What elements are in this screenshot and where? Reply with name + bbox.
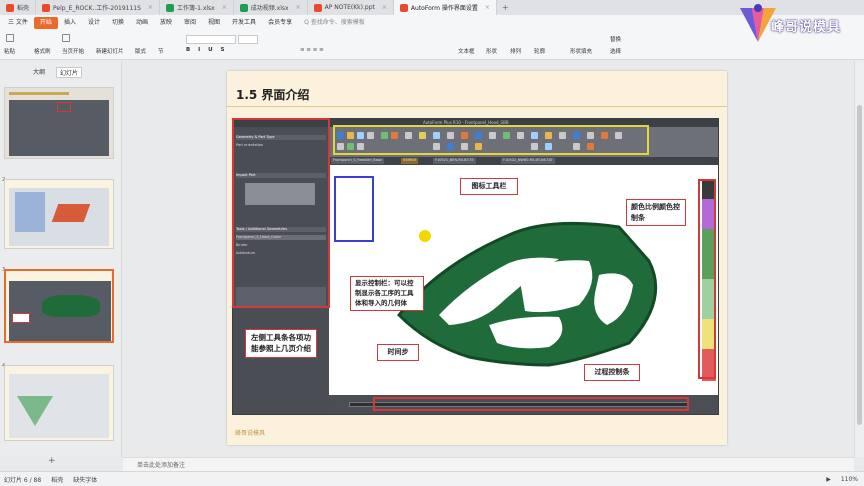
- outline-button[interactable]: 轮廓: [534, 47, 545, 55]
- theme-name: 稻壳: [51, 476, 64, 484]
- play-icon: [62, 34, 70, 42]
- search-command[interactable]: Q 查找命令、搜索模板: [298, 17, 371, 29]
- font-name-select[interactable]: [186, 35, 236, 44]
- status-bar: 幻灯片 6 / 88 稻壳 缺失字体 ▶ 110%: [0, 471, 864, 486]
- callout-color-scale: 颜色比例颜色控制条: [626, 199, 686, 226]
- add-slide-button[interactable]: +: [48, 456, 56, 466]
- menu-bar: 三 文件 开始 插入 设计 切换 动画 放映 审阅 视图 开发工具 会员专享 Q…: [0, 15, 864, 30]
- ppt-file-icon: [399, 3, 408, 12]
- layout-button[interactable]: 版式: [135, 47, 146, 55]
- view-tab: F10521_BEN-RS-BT-TE: [433, 158, 476, 164]
- menu-home[interactable]: 开始: [33, 16, 58, 29]
- close-icon[interactable]: ×: [382, 4, 387, 11]
- notes-pane[interactable]: 单击此处添加备注: [123, 457, 854, 471]
- paste-label: 粘贴: [4, 49, 16, 55]
- tab-item[interactable]: 工作簿-1.xlsx ×: [160, 0, 234, 15]
- menu-insert[interactable]: 插入: [58, 17, 82, 29]
- logo-text: 峰哥说模具: [771, 20, 842, 35]
- view-tab: F10522_NW60-RS-BT-NE-TAT: [501, 158, 555, 164]
- slide-thumbnail[interactable]: [4, 87, 114, 159]
- callout-process-bar: 过程控制条: [584, 364, 640, 381]
- tab-outline[interactable]: 大纲: [30, 67, 48, 78]
- paste-icon: [6, 34, 14, 42]
- shapes-button[interactable]: 形状: [486, 47, 497, 55]
- play-icon[interactable]: ▶: [826, 476, 831, 483]
- callout-toolbar: 图标工具栏: [460, 178, 518, 195]
- channel-logo: 峰哥说模具: [738, 2, 860, 46]
- slide-thumbnail-selected[interactable]: [4, 269, 114, 343]
- xlsx-file-icon: [239, 3, 248, 12]
- close-icon[interactable]: ×: [485, 4, 490, 11]
- left-panel-highlight: [232, 118, 330, 308]
- from-start-label: 当页开始: [62, 49, 85, 55]
- close-icon[interactable]: ×: [222, 4, 227, 11]
- callout-left-toolbar: 左侧工具条各项功能参照上几页介绍: [245, 329, 317, 358]
- text-box-button[interactable]: 文本框: [458, 47, 475, 55]
- menu-transition[interactable]: 切换: [106, 17, 130, 29]
- panel-tabs: 大纲 幻灯片: [30, 67, 83, 78]
- view-tab: SSIM00: [401, 158, 418, 164]
- tab-bar: 稻壳 Pelp_E_ROCK..工作-2019111S × 工作簿-1.xlsx ×…: [0, 0, 864, 15]
- slide-thumbnail-panel: 大纲 幻灯片 2 3 4 +: [0, 61, 122, 466]
- title-divider: [227, 106, 727, 107]
- format-painter-button[interactable]: 格式刷: [34, 47, 51, 55]
- font-size-select[interactable]: [238, 35, 258, 44]
- arrange-button[interactable]: 排列: [510, 47, 521, 55]
- tab-item[interactable]: AP NOTE(Kk).ppt ×: [308, 0, 394, 15]
- zoom-level[interactable]: 110%: [841, 476, 858, 483]
- missing-font-button[interactable]: 缺失字体: [73, 475, 97, 484]
- font-style-buttons[interactable]: B I U S: [186, 47, 227, 53]
- new-slide-button[interactable]: 新建幻灯片: [96, 47, 124, 55]
- section-button[interactable]: 节: [158, 47, 164, 55]
- view-tab: Frontpanel_S_Feasible_Base: [331, 158, 384, 164]
- process-bar-highlight: [373, 397, 689, 411]
- ribbon-toolbar: 粘贴 格式刷 当页开始 新建幻灯片 版式 节 B I U S ≡ ≡ ≡ ≡ 文…: [0, 30, 864, 60]
- tab-item[interactable]: 成功视频.xlsx ×: [234, 0, 308, 15]
- paragraph-buttons[interactable]: ≡ ≡ ≡ ≡: [300, 47, 324, 53]
- menu-developer[interactable]: 开发工具: [226, 17, 262, 29]
- cursor-highlight: [419, 230, 431, 242]
- callout-time-step: 时间步: [377, 344, 419, 361]
- paste-button[interactable]: [6, 34, 14, 42]
- slide-counter: 幻灯片 6 / 88: [4, 476, 42, 484]
- tab-item[interactable]: 稻壳: [0, 0, 37, 15]
- slide-thumbnail[interactable]: [4, 179, 114, 249]
- current-slide[interactable]: 1.5 界面介绍 AutoForm Plus R10 - Frontpanel_…: [227, 71, 727, 445]
- close-icon[interactable]: ×: [148, 4, 153, 11]
- ppt-file-icon: [313, 3, 322, 12]
- vertical-scrollbar[interactable]: [854, 61, 864, 457]
- menu-file[interactable]: 三 文件: [2, 17, 34, 29]
- display-control-highlight: [334, 176, 374, 242]
- xlsx-file-icon: [165, 3, 174, 12]
- slide-title[interactable]: 1.5 界面介绍: [236, 86, 309, 103]
- menu-review[interactable]: 审阅: [178, 17, 202, 29]
- slide-footer: 峰哥说模具: [235, 430, 266, 437]
- ppt-file-icon: [42, 3, 51, 12]
- tab-item[interactable]: Pelp_E_ROCK..工作-2019111S ×: [36, 0, 160, 15]
- slide-thumbnail[interactable]: [4, 365, 114, 441]
- tab-slides[interactable]: 幻灯片: [56, 67, 83, 78]
- new-tab-button[interactable]: +: [497, 0, 514, 15]
- shape-fill-button[interactable]: 形状填充: [570, 47, 592, 55]
- select-button[interactable]: 选择: [610, 47, 621, 55]
- replace-button[interactable]: 替换: [610, 35, 621, 43]
- wps-app-icon: [6, 3, 14, 12]
- app-view-tabs: Frontpanel_S_Feasible_Base SSIM00 F10521…: [329, 157, 718, 165]
- menu-view[interactable]: 视图: [202, 17, 226, 29]
- menu-member[interactable]: 会员专享: [262, 17, 298, 29]
- tab-item-active[interactable]: AutoForm 操作界面设置 ×: [393, 0, 497, 15]
- menu-design[interactable]: 设计: [82, 17, 106, 29]
- from-start-button[interactable]: [62, 34, 70, 42]
- toolbar-highlight: [333, 125, 649, 155]
- menu-animation[interactable]: 动画: [130, 17, 154, 29]
- callout-display-control: 显示控制栏：可以控制显示各工序的工具体和导入的几何体: [350, 276, 424, 312]
- close-icon[interactable]: ×: [296, 4, 301, 11]
- color-scale-highlight: [698, 179, 716, 379]
- menu-slideshow[interactable]: 放映: [154, 17, 178, 29]
